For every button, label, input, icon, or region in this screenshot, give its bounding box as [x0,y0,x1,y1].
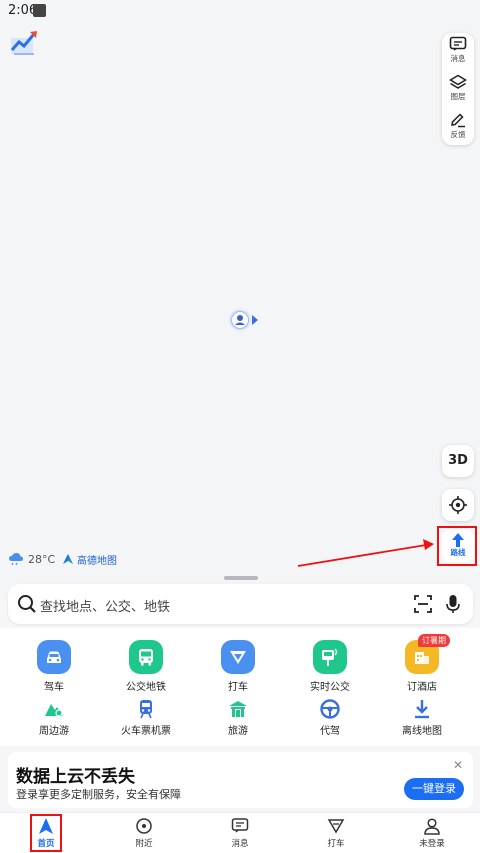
taxi-icon [221,640,255,674]
notification-icon [33,4,46,17]
3d-toggle-button[interactable]: 3D [442,445,474,477]
feedback-button[interactable]: 反馈 [442,109,474,145]
microphone-icon[interactable] [445,594,461,614]
locate-button[interactable] [442,489,474,521]
annotation-arrow [297,539,434,567]
service-label: 火车票机票 [121,726,171,737]
services-grid: 驾车 公交地铁 打车 实时公交 订酒店 订暑期 周边游 火车票机票 旅游 代驾 … [0,628,480,746]
message-icon [449,36,467,51]
current-location-marker[interactable] [228,308,260,332]
realtime-bus-icon [313,640,347,674]
layers-icon [449,74,467,89]
taxi-icon [327,819,345,834]
amap-logo-icon [63,554,73,564]
feedback-pen-icon [451,113,465,128]
service-drive[interactable]: 驾车 [14,640,94,693]
search-bar[interactable]: 查找地点、公交、地铁 [8,584,473,624]
service-label: 旅游 [228,726,248,737]
nav-label: 消息 [231,839,249,849]
route-highlight-box [437,526,477,566]
close-icon[interactable]: ✕ [453,758,463,772]
download-icon [382,698,462,720]
map-canvas[interactable] [0,0,480,600]
service-transit[interactable]: 公交地铁 [106,640,186,693]
messages-label: 消息 [450,54,466,63]
weather-info: 28°C [8,551,55,567]
home-highlight-box [30,814,62,852]
bus-icon [129,640,163,674]
service-label: 实时公交 [310,682,350,693]
service-taxi[interactable]: 打车 [198,640,278,693]
layers-button[interactable]: 图层 [442,71,474,107]
service-label: 打车 [228,682,248,693]
sheet-drag-handle[interactable] [224,576,258,580]
service-label: 离线地图 [402,726,442,737]
service-travel[interactable]: 旅游 [198,698,278,737]
nav-messages[interactable]: 消息 [210,817,270,849]
one-click-login-button[interactable]: 一键登录 [404,778,464,800]
layers-label: 图层 [450,92,466,101]
nearby-travel-icon [14,698,94,720]
message-icon [231,818,249,833]
app-logo-icon[interactable] [8,28,40,58]
train-ticket-icon [106,698,186,720]
temperature: 28°C [28,552,56,566]
service-offline-map[interactable]: 离线地图 [382,698,462,737]
search-input[interactable]: 查找地点、公交、地铁 [40,596,170,615]
status-bar: 2:06 [0,0,480,22]
scan-icon[interactable] [414,595,432,613]
map-side-panel: 消息 图层 反馈 [442,33,474,145]
service-hotel[interactable]: 订酒店 订暑期 [382,634,462,693]
travel-icon [198,698,278,720]
car-icon [37,640,71,674]
promo-subtitle: 登录享更多定制服务，安全有保障 [16,788,181,801]
promo-badge: 订暑期 [418,634,450,647]
service-label: 驾车 [44,682,64,693]
search-icon [18,595,36,613]
steering-wheel-icon [290,698,370,720]
crosshair-icon [449,496,467,514]
user-icon [424,818,440,835]
service-label: 代驾 [320,726,340,737]
messages-button[interactable]: 消息 [442,33,474,69]
brand-name: 高德地图 [77,555,117,567]
bottom-navigation: 首页 附近 消息 打车 未登录 [0,812,480,853]
service-label: 公交地铁 [126,682,166,693]
nav-profile[interactable]: 未登录 [402,817,462,849]
location-pin-icon [136,818,152,834]
promo-title: 数据上云不丢失 [16,767,135,787]
cloud-rain-icon [9,553,23,566]
service-designated-driver[interactable]: 代驾 [290,698,370,737]
service-label: 周边游 [39,726,69,737]
nav-label: 附近 [135,839,153,849]
nav-label: 打车 [327,839,345,849]
service-nearby-travel[interactable]: 周边游 [14,698,94,737]
amap-brand: 高德地图 [62,551,117,567]
login-promo-card: 数据上云不丢失 登录享更多定制服务，安全有保障 ✕ 一键登录 [8,752,473,808]
nav-nearby[interactable]: 附近 [114,817,174,849]
service-label: 订酒店 [407,682,437,693]
feedback-label: 反馈 [450,130,466,139]
nav-label: 未登录 [419,839,445,849]
nav-taxi[interactable]: 打车 [306,817,366,849]
service-realtime-bus[interactable]: 实时公交 [290,640,370,693]
service-train-ticket[interactable]: 火车票机票 [106,698,186,737]
